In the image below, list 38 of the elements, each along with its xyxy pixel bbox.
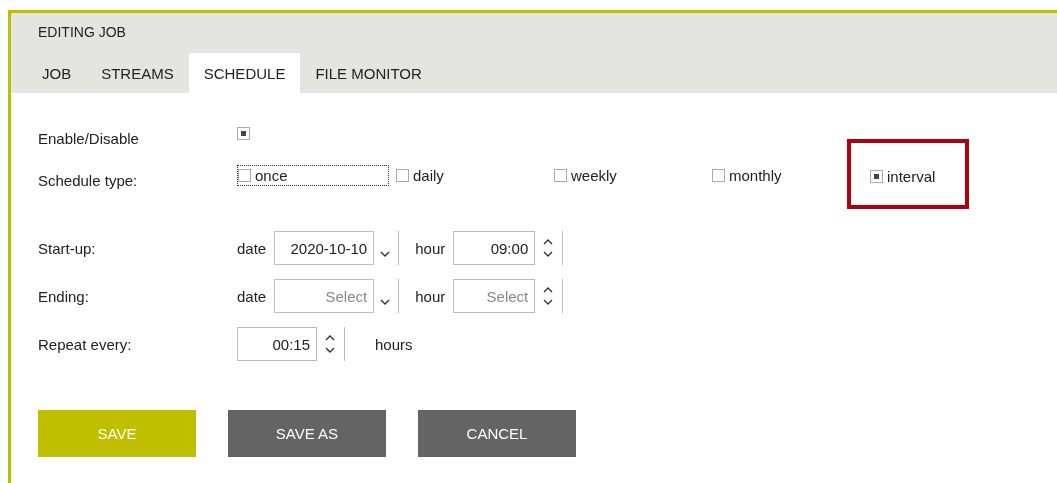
checkbox-option[interactable]: weekly: [553, 165, 705, 186]
field-label: hour: [415, 287, 446, 305]
checkbox-option[interactable]: monthly: [711, 165, 863, 186]
tab[interactable]: STREAMS: [86, 53, 189, 93]
checkbox[interactable]: [554, 169, 567, 182]
tab[interactable]: JOB: [27, 53, 87, 93]
tab[interactable]: SCHEDULE: [188, 53, 301, 93]
caret-icon[interactable]: [380, 299, 391, 305]
checkbox[interactable]: [396, 169, 409, 182]
time-field[interactable]: 09:00: [453, 231, 536, 265]
field-label: Schedule type:: [38, 171, 139, 189]
unit-label: hours: [375, 335, 413, 353]
tab[interactable]: FILE MONITOR: [300, 53, 437, 93]
checkbox[interactable]: [237, 126, 250, 140]
checkbox-option[interactable]: once: [237, 165, 389, 186]
spinner-icon[interactable]: [543, 238, 554, 258]
spinner-icon[interactable]: [325, 334, 335, 354]
date-field[interactable]: 2020-10-10: [274, 231, 375, 265]
field-label: date: [237, 287, 267, 305]
checkbox-option[interactable]: daily: [395, 165, 547, 186]
checkbox[interactable]: [238, 169, 251, 182]
field-label: Enable/Disable: [38, 129, 140, 147]
checkbox-option[interactable]: interval: [869, 166, 1021, 187]
checkbox[interactable]: [712, 169, 725, 182]
date-field[interactable]: Select: [274, 279, 375, 313]
field-label: hour: [415, 239, 446, 257]
panel-title: EDITING JOB: [37, 23, 127, 41]
field-label: Ending:: [38, 287, 90, 305]
field-label: date: [237, 239, 267, 257]
spinner-icon[interactable]: [543, 286, 554, 306]
action-button[interactable]: SAVE AS: [228, 410, 386, 457]
field-label: Repeat every:: [38, 335, 133, 353]
action-button[interactable]: CANCEL: [418, 410, 576, 457]
field-label: Start-up:: [38, 239, 97, 257]
interval-field[interactable]: 00:15: [237, 327, 317, 361]
caret-icon[interactable]: [380, 251, 391, 257]
time-field[interactable]: Select: [453, 279, 536, 313]
checkbox[interactable]: [870, 170, 883, 183]
